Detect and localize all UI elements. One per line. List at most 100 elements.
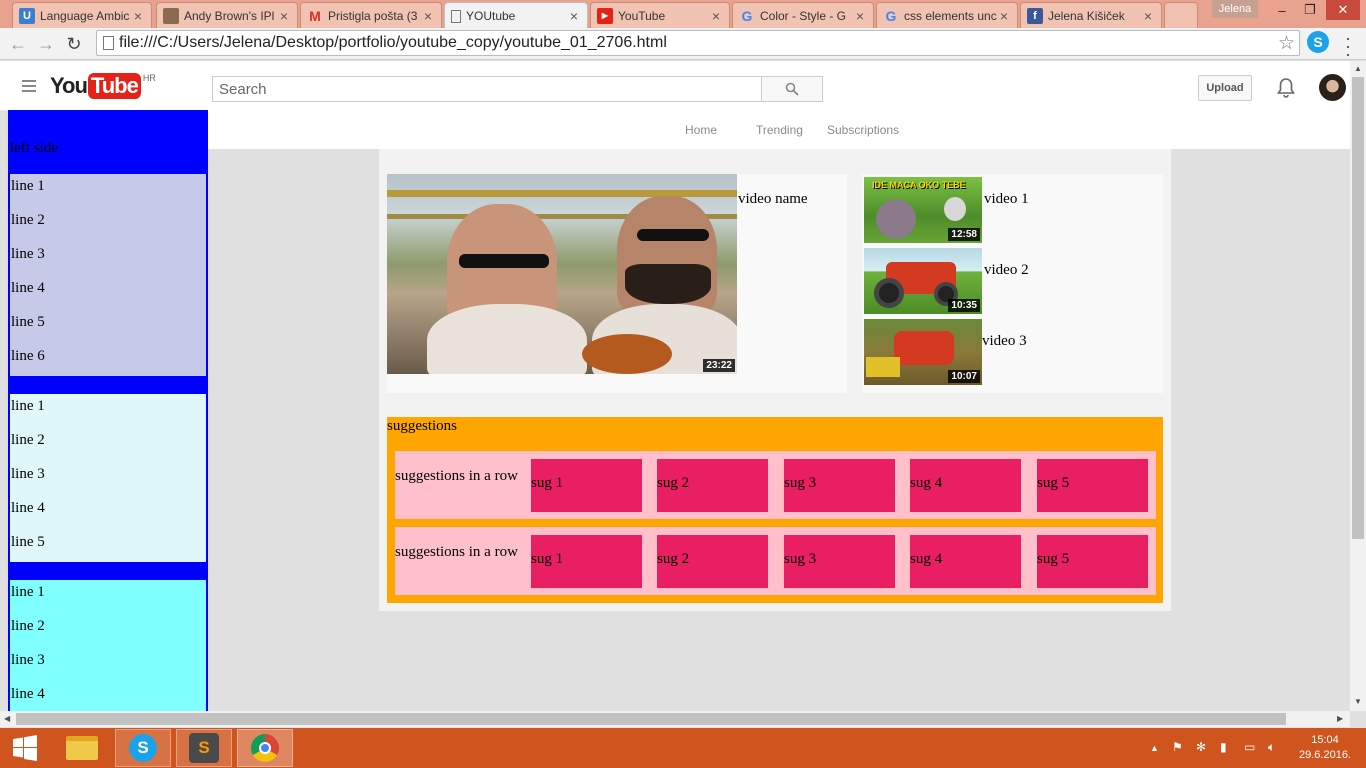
notifications-bell-icon[interactable] — [1276, 77, 1296, 99]
side-video-title[interactable]: video 2 — [984, 262, 1029, 279]
start-button[interactable] — [0, 729, 50, 767]
browser-tab[interactable]: U Language Ambic × — [12, 2, 152, 28]
side-video-item[interactable]: 10:07 video 3 — [864, 319, 1154, 385]
sidebar-item[interactable]: line 2 — [10, 428, 206, 462]
suggestion-item[interactable]: sug 5 — [1037, 535, 1148, 588]
sidebar-item[interactable]: line 4 — [10, 496, 206, 530]
browser-tab[interactable]: Andy Brown's IPl × — [156, 2, 298, 28]
scroll-up-icon[interactable]: ▲ — [1354, 64, 1362, 73]
suggestion-item[interactable]: sug 5 — [1037, 459, 1148, 512]
search-button[interactable] — [761, 76, 823, 102]
side-video-item[interactable]: 10:35 video 2 — [864, 248, 1154, 314]
sidebar-item[interactable]: line 3 — [10, 242, 206, 276]
video-thumbnail[interactable]: IDE MACA OKO TEBE 12:58 — [864, 177, 982, 243]
close-icon[interactable]: × — [567, 8, 581, 24]
suggestion-item[interactable]: sug 2 — [657, 459, 768, 512]
file-explorer-icon[interactable] — [54, 729, 110, 767]
chrome-menu-icon[interactable]: · · · — [1340, 29, 1356, 63]
sidebar-item[interactable]: line 1 — [10, 394, 206, 428]
scrollbar-thumb[interactable] — [1352, 77, 1364, 539]
reload-icon[interactable]: ↻ — [62, 32, 86, 56]
scrollbar-thumb[interactable] — [16, 713, 1286, 725]
forward-icon[interactable]: → — [34, 32, 58, 56]
back-icon[interactable]: ← — [6, 32, 30, 56]
suggestion-item[interactable]: sug 3 — [784, 459, 895, 512]
youtube-logo[interactable]: You Tube HR — [50, 73, 156, 99]
suggestion-item[interactable]: sug 1 — [531, 535, 642, 588]
sidebar-item[interactable]: line 2 — [10, 208, 206, 242]
browser-tab-active[interactable]: YOUtube × — [444, 2, 588, 29]
video-thumbnail[interactable]: 10:35 — [864, 248, 982, 314]
facebook-icon: f — [1027, 7, 1043, 24]
side-video-title[interactable]: video 1 — [984, 191, 1029, 208]
close-icon[interactable]: × — [853, 8, 867, 24]
sidebar-item[interactable]: line 2 — [10, 614, 206, 648]
tractor-blade — [866, 357, 900, 377]
sublime-text-icon[interactable]: S — [176, 729, 232, 767]
network-icon[interactable]: ▭ — [1244, 740, 1255, 754]
minimize-icon[interactable]: – — [1268, 0, 1296, 20]
skype-taskbar-icon[interactable]: S — [115, 729, 171, 767]
close-icon[interactable]: × — [421, 8, 435, 24]
browser-tab[interactable]: f Jelena Kišiček × — [1020, 2, 1162, 28]
browser-tab[interactable]: G css elements unc × — [876, 2, 1018, 28]
scroll-left-icon[interactable]: ◀ — [4, 714, 10, 723]
new-tab-button[interactable] — [1164, 2, 1198, 28]
vertical-scrollbar[interactable]: ▲ ▼ — [1350, 61, 1366, 711]
sidebar-item[interactable]: line 5 — [10, 530, 206, 564]
suggestion-item[interactable]: sug 4 — [910, 459, 1021, 512]
video-thumbnail[interactable]: 10:07 — [864, 319, 982, 385]
hamburger-menu-icon[interactable] — [22, 80, 36, 92]
tray-expand-icon[interactable]: ▲ — [1150, 743, 1159, 753]
upload-button[interactable]: Upload — [1198, 75, 1252, 101]
close-icon[interactable]: × — [997, 8, 1011, 24]
sidebar-item[interactable]: line 6 — [10, 344, 206, 378]
tab-subscriptions[interactable]: Subscriptions — [827, 123, 899, 137]
u-icon: U — [19, 7, 35, 24]
address-bar[interactable]: file:///C:/Users/Jelena/Desktop/portfoli… — [96, 30, 1300, 56]
chrome-taskbar-icon[interactable] — [237, 729, 293, 767]
close-icon[interactable]: × — [1141, 8, 1155, 24]
tray-app-icon[interactable]: ✻ — [1196, 740, 1206, 754]
close-window-icon[interactable]: ✕ — [1326, 0, 1360, 20]
tab-title: Pristigla pošta (3 — [328, 8, 418, 23]
sidebar-item[interactable]: line 3 — [10, 648, 206, 682]
close-icon[interactable]: × — [131, 8, 145, 24]
avatar[interactable] — [1319, 74, 1346, 101]
video-name[interactable]: video name — [738, 191, 808, 208]
sidebar-item[interactable]: line 1 — [10, 174, 206, 208]
sidebar-item[interactable]: line 4 — [10, 276, 206, 310]
tab-home[interactable]: Home — [685, 123, 717, 137]
browser-tab[interactable]: G Color - Style - G × — [732, 2, 874, 28]
suggestion-item[interactable]: sug 1 — [531, 459, 642, 512]
sidebar-item[interactable]: line 1 — [10, 580, 206, 614]
suggestion-item[interactable]: sug 2 — [657, 535, 768, 588]
browser-tab[interactable]: M Pristigla pošta (3 × — [300, 2, 442, 28]
bookmark-star-icon[interactable]: ☆ — [1278, 32, 1295, 55]
scroll-right-icon[interactable]: ▶ — [1337, 714, 1343, 723]
suggestion-item[interactable]: sug 4 — [910, 535, 1021, 588]
horizontal-scrollbar[interactable]: ◀ ▶ — [0, 711, 1350, 727]
suggestion-item[interactable]: sug 3 — [784, 535, 895, 588]
scroll-down-icon[interactable]: ▼ — [1354, 697, 1362, 706]
tab-title: Color - Style - G — [760, 8, 847, 23]
system-clock[interactable]: 15:04 29.6.2016. — [1296, 733, 1354, 763]
battery-icon[interactable]: ▮ — [1220, 740, 1227, 754]
close-icon[interactable]: × — [277, 8, 291, 24]
side-video-item[interactable]: IDE MACA OKO TEBE 12:58 video 1 — [864, 177, 1154, 243]
sidebar-item[interactable]: line 5 — [10, 310, 206, 344]
close-icon[interactable]: × — [709, 8, 723, 24]
sidebar-item[interactable]: line 4 — [10, 682, 206, 711]
search-input[interactable] — [212, 76, 762, 102]
skype-extension-icon[interactable]: S — [1307, 31, 1329, 53]
maximize-icon[interactable]: ❐ — [1296, 0, 1324, 20]
volume-icon[interactable]: 🔈︎ — [1268, 740, 1275, 755]
main-video-thumbnail[interactable]: 23:22 — [387, 174, 737, 374]
tab-trending[interactable]: Trending — [756, 123, 803, 137]
browser-tab[interactable]: ▶ YouTube × — [590, 2, 730, 28]
thumbnail-banner-text: IDE MACA OKO TEBE — [872, 180, 966, 190]
sidebar-item[interactable]: line 3 — [10, 462, 206, 496]
profile-badge[interactable]: Jelena — [1212, 0, 1258, 18]
action-center-flag-icon[interactable]: ⚑ — [1172, 740, 1183, 754]
side-video-title[interactable]: video 3 — [982, 333, 1027, 350]
